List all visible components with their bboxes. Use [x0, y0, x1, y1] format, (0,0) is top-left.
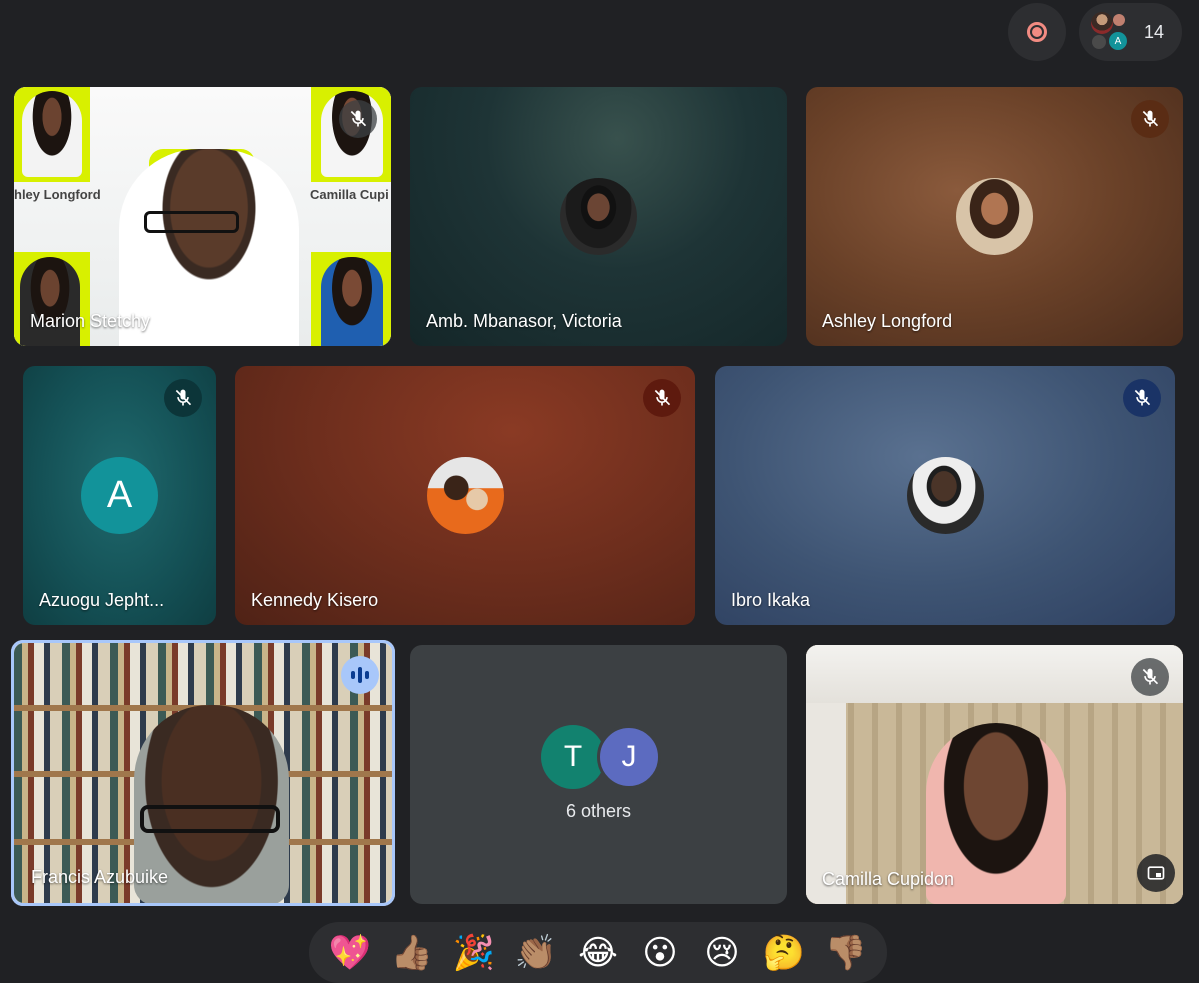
reaction-crying-button[interactable]: 😢: [694, 936, 750, 970]
participant-avatar: [560, 178, 637, 255]
reaction-surprised-button[interactable]: 😮: [632, 936, 688, 970]
tile-kennedy-kisero[interactable]: Kennedy Kisero: [235, 366, 695, 625]
participant-name: Camilla Cupidon: [822, 869, 955, 889]
participant-avatar-letter: A: [1109, 32, 1127, 50]
participant-name: Marion Stetchy: [30, 311, 151, 331]
glasses: [140, 805, 280, 833]
mic-off-icon: [1142, 668, 1159, 685]
reaction-thinking-button[interactable]: 🤔: [756, 936, 812, 970]
tile-ashley-longford[interactable]: Ashley Longford: [806, 87, 1183, 346]
tile-camilla-cupidon[interactable]: Camilla Cupidon: [806, 645, 1183, 904]
mic-off-icon: [350, 110, 367, 127]
pip-button[interactable]: [1137, 854, 1175, 892]
ceiling: [806, 645, 1183, 703]
picture-in-picture-icon: [1147, 866, 1165, 880]
tile-victoria[interactable]: Amb. Mbanasor, Victoria: [410, 87, 787, 346]
reaction-bar: 💖 👍🏽 🎉 👏🏽 😂 😮 😢 🤔 👎🏽: [309, 922, 887, 983]
mic-off-indicator: [1123, 379, 1161, 417]
participant-name: Kennedy Kisero: [251, 590, 379, 610]
reaction-thumbs-up-button[interactable]: 👍🏽: [384, 936, 440, 970]
participant-name: Ashley Longford: [822, 311, 953, 331]
person-photo-left-bottom: [20, 257, 80, 346]
others-avatar-j: J: [597, 725, 661, 789]
mic-off-indicator: [1131, 658, 1169, 696]
participant-avatar-letter: A: [81, 457, 158, 534]
participant-avatar-dark: [1092, 35, 1106, 49]
reaction-party-popper-button[interactable]: 🎉: [446, 936, 502, 970]
participant-name: Francis Azubuike: [31, 867, 169, 887]
audio-bar-icon: [365, 671, 369, 679]
tile-ibro-ikaka[interactable]: Ibro Ikaka: [715, 366, 1175, 625]
bookshelf-video: [14, 643, 392, 903]
reaction-thumbs-down-button[interactable]: 👎🏽: [818, 936, 874, 970]
participant-name: Amb. Mbanasor, Victoria: [426, 311, 622, 331]
audio-bar-icon: [358, 667, 362, 683]
participant-avatar-small: [1113, 14, 1125, 26]
overlay-text-right: Camilla Cupi: [310, 187, 389, 202]
mic-off-indicator: [1131, 100, 1169, 138]
speaking-indicator: [341, 656, 379, 694]
participants-count: 14: [1144, 22, 1165, 42]
tile-marion-stetchy[interactable]: hley Longford Camilla Cupi Marion Stetch…: [14, 87, 391, 346]
participant-avatar-photo: [1091, 12, 1113, 34]
others-avatar-t: T: [541, 725, 605, 789]
mic-off-icon: [654, 389, 671, 406]
mic-off-icon: [175, 389, 192, 406]
others-label: 6 others: [565, 801, 632, 821]
mic-off-indicator: [643, 379, 681, 417]
reaction-clapping-button[interactable]: 👏🏽: [508, 936, 564, 970]
recording-button[interactable]: [1008, 3, 1066, 61]
audio-bar-icon: [351, 671, 355, 679]
mic-off-icon: [1134, 389, 1151, 406]
reaction-tears-of-joy-button[interactable]: 😂: [570, 936, 626, 970]
tile-francis-azubuike[interactable]: Francis Azubuike: [11, 640, 395, 906]
overlay-text-left: hley Longford: [14, 187, 101, 202]
participant-name: Ibro Ikaka: [731, 590, 811, 610]
participant-name: Azuogu Jepht...: [39, 590, 165, 610]
tile-others[interactable]: T J 6 others: [410, 645, 787, 904]
participant-avatar: [956, 178, 1033, 255]
participants-button[interactable]: A 14: [1079, 3, 1182, 61]
mic-off-indicator: [339, 100, 377, 138]
mic-off-indicator: [164, 379, 202, 417]
tile-azuogu[interactable]: A Azuogu Jepht...: [23, 366, 216, 625]
mic-off-icon: [1142, 110, 1159, 127]
reaction-sparkling-heart-button[interactable]: 💖: [322, 936, 378, 970]
glasses: [144, 211, 239, 233]
participant-avatar: [427, 457, 504, 534]
participant-avatar: [907, 457, 984, 534]
person-photo-right-bottom: [321, 257, 383, 346]
record-icon: [1027, 22, 1047, 42]
person-photo-left-top: [22, 91, 82, 177]
